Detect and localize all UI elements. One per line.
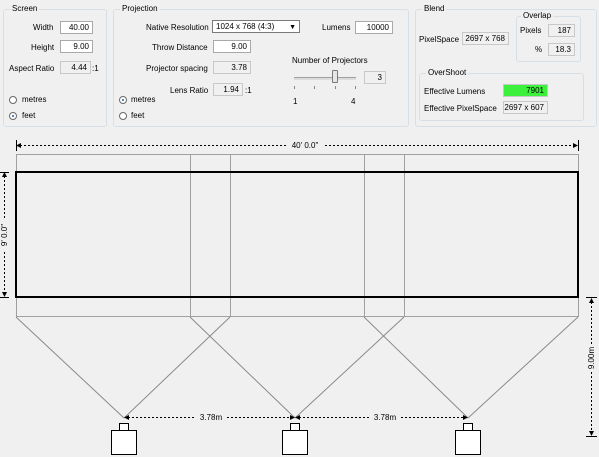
beam-line: [189, 316, 296, 419]
throw-distance-dimension-label: 9.00m: [587, 347, 596, 370]
arrow-down-icon: [589, 431, 594, 436]
spacing-dimension-label: 3.78m: [374, 413, 397, 422]
arrow-right-icon: [573, 143, 578, 148]
beam-line: [467, 316, 579, 419]
projector-icon: [455, 423, 481, 455]
projector-icon: [111, 423, 137, 455]
arrow-down-icon: [2, 292, 7, 297]
arrow-up-icon: [589, 298, 594, 303]
screen-width-dimension-label: 40' 0.0": [292, 141, 319, 150]
beam-line: [123, 316, 231, 419]
projection-diagram: 40' 0.0" 9' 0.0" 9.00m 3.78m 3.78m: [0, 140, 597, 455]
beam-line: [15, 316, 125, 419]
beam-line: [363, 316, 469, 419]
coverage-outline: [16, 154, 579, 317]
beam-line: [294, 316, 405, 419]
spacing-dimension-label: 3.78m: [200, 413, 223, 422]
screen-rectangle: [15, 171, 579, 298]
projector-icon: [282, 423, 308, 455]
screen-height-dimension-label: 9' 0.0": [0, 224, 9, 246]
